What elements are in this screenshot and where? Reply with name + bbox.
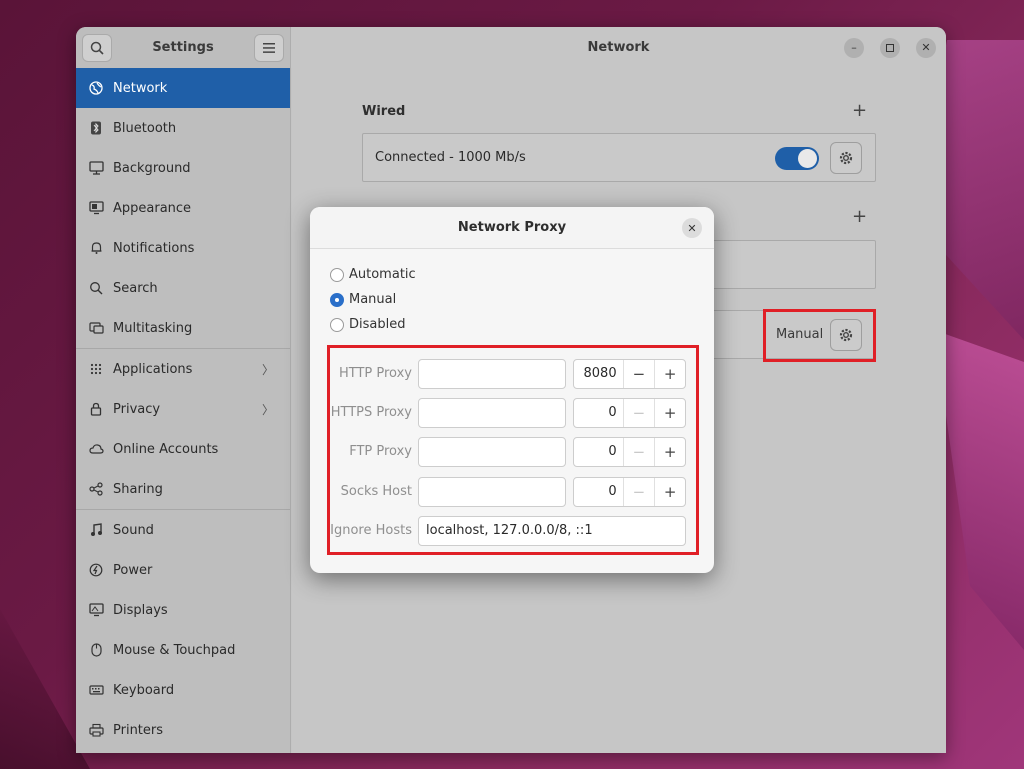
sidebar-item-sharing[interactable]: Sharing	[76, 469, 290, 509]
sidebar-item-label: Printers	[113, 722, 164, 738]
sidebar-item-label: Applications	[113, 361, 193, 377]
share-icon	[88, 481, 104, 497]
sidebar-item-label: Notifications	[113, 240, 195, 256]
annotation-highlight	[327, 345, 699, 555]
radio-circle	[330, 292, 344, 307]
sidebar-item-label: Appearance	[113, 200, 192, 216]
wallpaper-shard	[934, 330, 1024, 650]
bell-icon	[88, 240, 104, 256]
sidebar: Network Bluetooth Background Appearance Noti…	[76, 68, 291, 753]
lock-icon	[88, 401, 104, 417]
sidebar-item-notifications[interactable]: Notifications	[76, 228, 290, 268]
sidebar-item-search[interactable]: Search	[76, 268, 290, 308]
search-icon	[88, 280, 104, 296]
power-icon	[88, 562, 104, 578]
wired-toggle[interactable]	[775, 147, 819, 170]
radio-label: Manual	[349, 292, 397, 307]
cloud-icon	[88, 441, 104, 457]
sidebar-item-label: Search	[113, 280, 158, 296]
sidebar-item-label: Power	[113, 562, 153, 578]
wired-status: Connected - 1000 Mb/s	[375, 150, 526, 165]
toggle-knob	[798, 149, 817, 168]
menu-button[interactable]	[254, 33, 284, 62]
sidebar-item-label: Background	[113, 160, 191, 176]
sidebar-item-bluetooth[interactable]: Bluetooth	[76, 108, 290, 148]
sidebar-item-online-accounts[interactable]: Online Accounts	[76, 429, 290, 469]
multitasking-icon	[88, 320, 104, 336]
sidebar-item-label: Multitasking	[113, 320, 193, 336]
globe-icon	[88, 80, 104, 96]
monitor-icon	[88, 160, 104, 176]
sidebar-item-applications[interactable]: Applications 〉	[76, 349, 290, 389]
minimize-icon: –	[851, 41, 857, 54]
music-note-icon	[88, 522, 104, 538]
bluetooth-icon	[88, 120, 104, 136]
sidebar-item-multitasking[interactable]: Multitasking	[76, 308, 290, 348]
sidebar-item-printers[interactable]: Printers	[76, 710, 290, 750]
chevron-right-icon: 〉	[261, 403, 274, 417]
sidebar-item-label: Privacy	[113, 401, 161, 417]
maximize-button[interactable]	[880, 37, 900, 58]
sidebar-item-label: Sound	[113, 522, 154, 538]
sidebar-item-label: Displays	[113, 602, 168, 618]
maximize-icon	[886, 43, 894, 52]
search-icon	[90, 41, 104, 55]
close-icon: ✕	[921, 41, 931, 54]
radio-circle	[330, 317, 344, 332]
page-title: Network	[587, 40, 650, 55]
annotation-highlight	[763, 309, 876, 362]
add-wired-button[interactable]: +	[852, 100, 867, 121]
window-controls: – ✕	[844, 27, 936, 68]
add-vpn-button[interactable]: +	[852, 206, 867, 227]
close-button[interactable]: ✕	[916, 37, 936, 58]
dialog-close-button[interactable]: ✕	[682, 218, 702, 238]
sidebar-header: Settings	[76, 27, 291, 68]
grid-icon	[88, 361, 104, 377]
dialog-title: Network Proxy	[457, 220, 567, 235]
sidebar-item-keyboard[interactable]: Keyboard	[76, 670, 290, 710]
radio-automatic[interactable]: Automatic	[330, 267, 416, 282]
sidebar-item-label: Bluetooth	[113, 120, 177, 136]
dialog-header: Network Proxy ✕	[310, 207, 714, 249]
sidebar-item-displays[interactable]: Displays	[76, 590, 290, 630]
sidebar-item-network[interactable]: Network	[76, 68, 290, 108]
wired-heading: Wired	[362, 104, 406, 119]
sidebar-item-label: Network	[113, 80, 168, 96]
chevron-right-icon: 〉	[261, 363, 274, 377]
wired-connection-card: Connected - 1000 Mb/s	[362, 133, 876, 182]
sidebar-item-label: Sharing	[113, 481, 163, 497]
keyboard-icon	[88, 682, 104, 698]
sidebar-item-power[interactable]: Power	[76, 550, 290, 590]
printer-icon	[88, 722, 104, 738]
radio-label: Automatic	[349, 267, 416, 282]
radio-manual[interactable]: Manual	[330, 292, 396, 307]
radio-label: Disabled	[349, 317, 406, 332]
radio-circle	[330, 267, 344, 282]
sidebar-item-sound[interactable]: Sound	[76, 510, 290, 550]
mouse-icon	[88, 642, 104, 658]
close-icon: ✕	[687, 221, 697, 235]
sidebar-item-label: Online Accounts	[113, 441, 219, 457]
minimize-button[interactable]: –	[844, 37, 864, 58]
gear-icon	[839, 151, 853, 165]
search-button[interactable]	[82, 33, 112, 62]
sidebar-item-mouse-touchpad[interactable]: Mouse & Touchpad	[76, 630, 290, 670]
wired-settings-button[interactable]	[830, 142, 862, 174]
titlebar: Settings Network – ✕	[76, 27, 946, 68]
main-header: Network – ✕	[291, 27, 946, 68]
sidebar-item-appearance[interactable]: Appearance	[76, 188, 290, 228]
radio-disabled[interactable]: Disabled	[330, 317, 405, 332]
sidebar-item-label: Keyboard	[113, 682, 175, 698]
sidebar-title: Settings	[152, 40, 214, 55]
hamburger-icon	[263, 42, 275, 53]
sidebar-item-label: Mouse & Touchpad	[113, 642, 236, 658]
sidebar-item-background[interactable]: Background	[76, 148, 290, 188]
appearance-icon	[88, 200, 104, 216]
sidebar-item-privacy[interactable]: Privacy 〉	[76, 389, 290, 429]
display-icon	[88, 602, 104, 618]
